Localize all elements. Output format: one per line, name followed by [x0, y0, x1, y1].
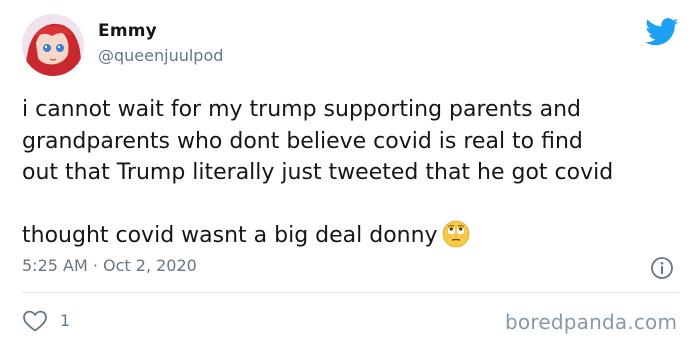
- heart-icon[interactable]: [22, 309, 48, 333]
- divider: [22, 292, 679, 293]
- watermark: boredpanda.com: [505, 310, 678, 334]
- tweet-text-line: thought covid wasnt a big deal donny: [22, 220, 687, 252]
- user-handle[interactable]: @queenjuulpod: [98, 46, 223, 65]
- display-name[interactable]: Emmy: [98, 21, 157, 41]
- tweet-text-line: grandparents who dont believe covid is r…: [22, 128, 583, 154]
- tweet-text-line-content: thought covid wasnt a big deal donny: [22, 223, 438, 248]
- avatar[interactable]: [22, 14, 84, 76]
- tweet-text-line: out that Trump literally just tweeted th…: [22, 160, 614, 185]
- info-icon[interactable]: [650, 256, 674, 280]
- tweet-timestamp[interactable]: 5:25 AM · Oct 2, 2020: [22, 256, 197, 275]
- tweet-text: i cannot wait for my trump supporting pa…: [22, 94, 687, 252]
- twitter-bird-icon[interactable]: [645, 18, 679, 46]
- tweet-card: Emmy @queenjuulpod i cannot wait for my …: [0, 0, 700, 346]
- like-count: 1: [60, 311, 71, 330]
- tweet-text-line: i cannot wait for my trump supporting pa…: [22, 97, 581, 122]
- avatar-image: [22, 14, 84, 76]
- eye-roll-face-emoji: [442, 220, 470, 248]
